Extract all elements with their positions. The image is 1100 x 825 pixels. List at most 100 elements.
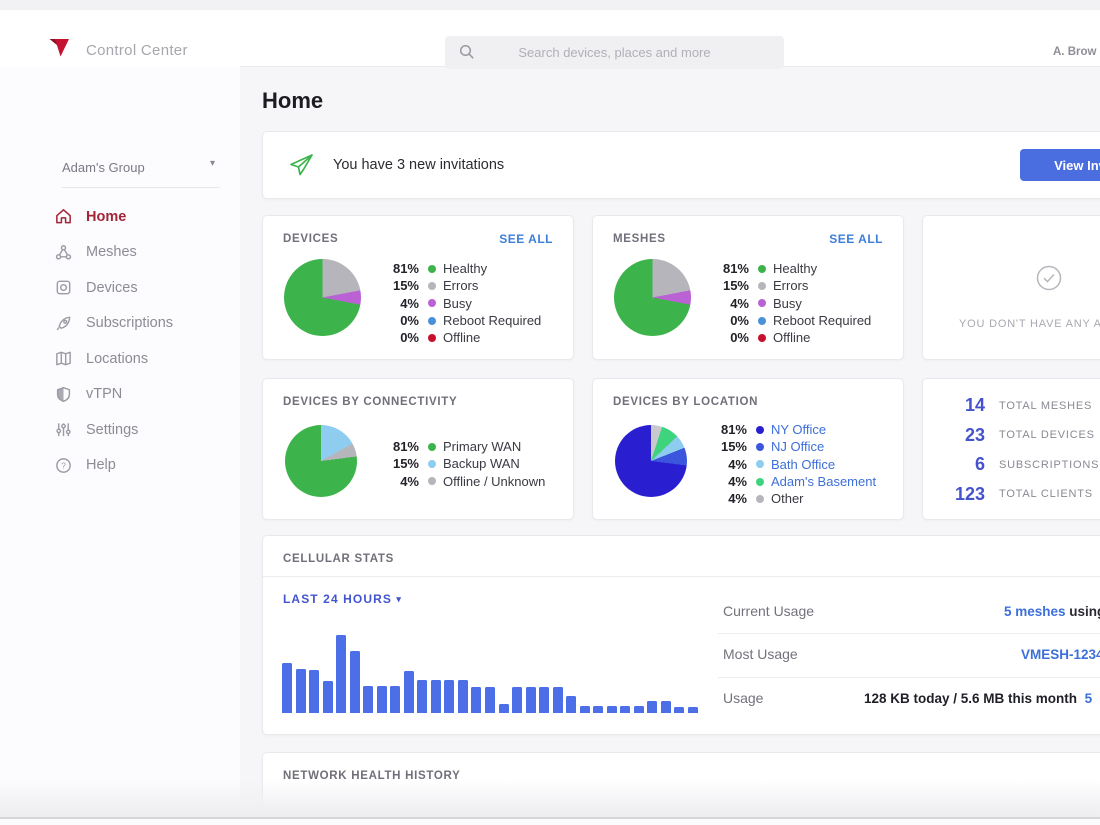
usage-bar	[336, 635, 347, 713]
legend-dot	[428, 281, 436, 290]
meshes-see-all-link[interactable]: SEE ALL	[829, 232, 883, 246]
alerts-empty-message: YOU DON'T HAVE ANY A	[959, 318, 1100, 330]
legend-label: Primary WAN	[443, 439, 522, 455]
legend-pct: 81%	[392, 261, 419, 277]
legend-row: 4% Other	[699, 490, 876, 507]
legend-label: Offline	[443, 330, 481, 346]
row-divider	[718, 677, 1100, 678]
sidebar-item-subscriptions[interactable]: Subscriptions	[40, 306, 240, 342]
window-top-strip	[0, 0, 1100, 10]
sidebar-item-vtpn[interactable]: vTPN	[40, 377, 240, 413]
legend-label: Offline / Unknown	[443, 473, 546, 489]
sidebar-item-meshes[interactable]: Meshes	[40, 235, 240, 271]
legend-row: 0% Offline	[371, 329, 541, 346]
usage-bar	[552, 687, 563, 713]
legend-dot	[758, 316, 766, 325]
current-usage-text: using	[1069, 604, 1100, 619]
current-usage-value: 5 meshes using	[1004, 604, 1100, 619]
legend-dot	[756, 425, 764, 434]
legend-row: 0% Offline	[701, 329, 871, 346]
sidebar-item-label: Meshes	[86, 244, 137, 261]
usage-bar	[471, 687, 482, 713]
legend-label: Reboot Required	[773, 313, 872, 329]
legend-pct: 0%	[400, 330, 419, 346]
legend-pct: 0%	[400, 313, 419, 329]
usage-bar	[363, 686, 374, 713]
search-input[interactable]	[445, 36, 784, 69]
legend-pct: 4%	[730, 295, 749, 311]
legend-pct: 4%	[400, 473, 419, 489]
most-usage-label: Most Usage	[723, 646, 798, 662]
help-icon: ?	[54, 456, 73, 475]
group-selector[interactable]: Adam's Group	[62, 160, 145, 175]
usage-value: 128 KB today / 5.6 MB this month 5	[864, 691, 1092, 706]
legend-pct: 4%	[728, 474, 747, 490]
meshes-legend: 81% Healthy 15% Errors 4% Busy 0% Reboot Req…	[701, 260, 871, 346]
most-usage-value: VMESH-1234	[1021, 647, 1100, 662]
brand-logo-icon[interactable]	[48, 37, 72, 60]
total-label: TOTAL MESHES	[999, 399, 1093, 412]
legend-pct: 4%	[728, 491, 747, 507]
legend-dot	[428, 477, 436, 486]
sidebar-item-settings[interactable]: Settings	[40, 412, 240, 448]
sidebar-item-label: Home	[86, 208, 127, 225]
sidebar-item-devices[interactable]: Devices	[40, 270, 240, 306]
view-invitations-button[interactable]: View Inv	[1020, 149, 1100, 181]
legend-row: 81% Healthy	[701, 260, 871, 277]
card-title: MESHES	[613, 233, 666, 245]
connectivity-pie-chart	[285, 425, 357, 497]
legend-pct: 0%	[730, 313, 749, 329]
sidebar-item-locations[interactable]: Locations	[40, 341, 240, 377]
devices-icon	[54, 278, 73, 297]
legend-label: Healthy	[443, 261, 488, 277]
sidebar-item-help[interactable]: ? Help	[40, 448, 240, 484]
total-devices-row: 23 TOTAL DEVICES	[923, 421, 1100, 451]
usage-bar	[390, 686, 401, 713]
legend-pct: 81%	[392, 439, 419, 455]
subscriptions-row: 6 SUBSCRIPTIONS	[923, 450, 1100, 480]
vtpn-icon	[54, 385, 73, 404]
sidebar-item-label: Help	[86, 457, 116, 474]
meshes-icon	[54, 243, 73, 262]
legend-dot	[758, 333, 766, 342]
account-menu[interactable]: A. Brow	[1053, 46, 1096, 58]
paper-plane-icon	[287, 151, 315, 179]
usage-bar	[633, 705, 644, 713]
location-link[interactable]: NJ Office	[771, 439, 824, 454]
location-link[interactable]: NY Office	[771, 422, 826, 437]
location-link[interactable]: Bath Office	[771, 457, 835, 472]
legend-row: 15% Errors	[701, 277, 871, 294]
usage-bar	[512, 687, 523, 713]
legend-pct: 15%	[392, 278, 419, 294]
usage-bar	[579, 705, 590, 713]
sidebar-item-label: Settings	[86, 421, 139, 438]
time-range-selector[interactable]: LAST 24 HOURS ▾	[283, 592, 402, 606]
location-link[interactable]: Adam's Basement	[771, 474, 876, 489]
invitations-banner: You have 3 new invitations View Inv	[262, 131, 1100, 199]
app-title: Control Center	[86, 42, 188, 59]
check-circle-icon	[1035, 264, 1063, 292]
chevron-down-icon[interactable]: ▾	[210, 158, 215, 169]
legend-pct: 81%	[722, 261, 749, 277]
cellular-stats-card: CELLULAR STATS LAST 24 HOURS ▾ Current U…	[262, 535, 1100, 735]
sidebar-item-home[interactable]: Home	[40, 199, 240, 235]
devices-see-all-link[interactable]: SEE ALL	[499, 232, 553, 246]
devices-pie-chart	[284, 259, 361, 336]
location-pie-chart	[615, 425, 687, 497]
usage-bar	[403, 670, 414, 713]
legend-dot	[758, 281, 766, 290]
legend-dot	[756, 460, 764, 469]
usage-link[interactable]: 5	[1085, 691, 1093, 706]
card-title: DEVICES	[283, 233, 339, 245]
meshes-usage-link[interactable]: 5 meshes	[1004, 604, 1066, 619]
usage-bar	[674, 706, 685, 713]
legend-row: 4% Offline / Unknown	[371, 473, 545, 490]
total-label: TOTAL DEVICES	[999, 429, 1095, 442]
vmesh-link[interactable]: VMESH-1234	[1021, 647, 1100, 662]
usage-bar	[484, 687, 495, 713]
usage-bar	[322, 681, 333, 713]
meshes-pie-chart	[614, 259, 691, 336]
sidebar: Adam's Group ▾ Home Meshes Devices Subsc…	[0, 66, 240, 825]
legend-label: Reboot Required	[443, 313, 542, 329]
chevron-down-icon: ▾	[396, 594, 403, 604]
